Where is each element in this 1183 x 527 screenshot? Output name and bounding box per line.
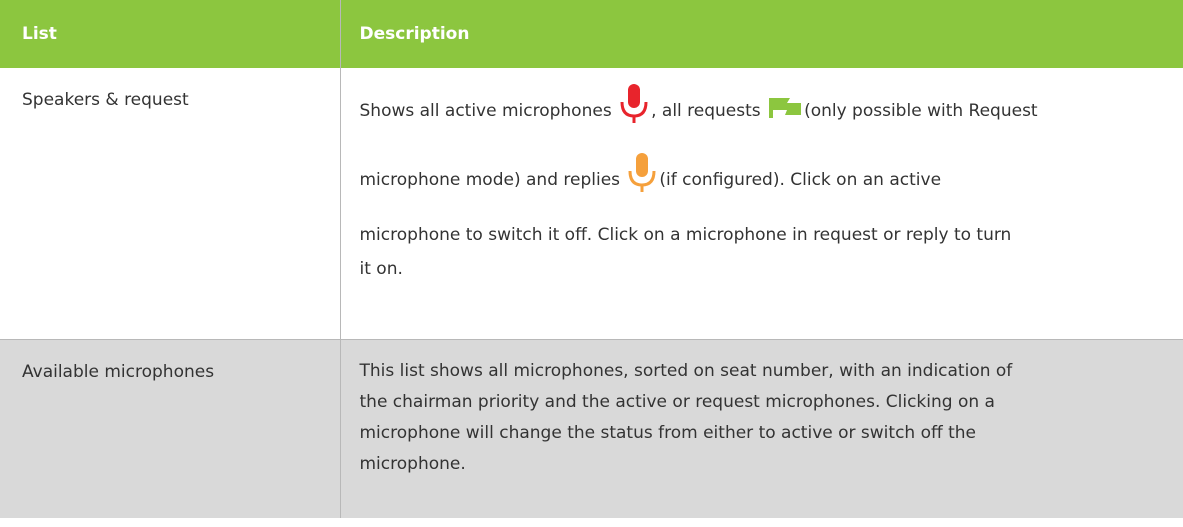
description-text: , all requests — [651, 101, 767, 121]
description-line: microphone mode) and replies (if configu… — [360, 150, 1183, 196]
description-text: microphone mode) and replies — [359, 170, 626, 190]
list-cell-speakers-request: Speakers & request — [0, 68, 341, 340]
header-list: List — [0, 0, 341, 68]
list-cell-available-microphones: Available microphones — [0, 339, 341, 518]
description-line: the chairman priority and the active or … — [359, 392, 995, 412]
description-line: it on. — [359, 259, 403, 279]
red-microphone-icon — [619, 83, 649, 143]
description-line: Shows all active microphones , all reque… — [360, 81, 1183, 127]
description-line: microphone will change the status from e… — [359, 423, 977, 443]
table-row: Speakers & request Shows all active micr… — [0, 68, 1183, 340]
table-row: Available microphones This list shows al… — [0, 339, 1183, 518]
description-table: List Description Speakers & request Show… — [0, 0, 1183, 518]
description-line: microphone to switch it off. Click on a … — [359, 225, 1012, 245]
table-header-row: List Description — [0, 0, 1183, 68]
description-cell: This list shows all microphones, sorted … — [340, 339, 1183, 518]
description-text: (only possible with Request — [804, 101, 1038, 121]
orange-microphone-icon — [627, 152, 657, 212]
description-line: microphone. — [359, 454, 466, 474]
description-text: (if configured). Click on an active — [659, 170, 942, 190]
description-line: This list shows all microphones, sorted … — [359, 361, 1013, 381]
header-description: Description — [340, 0, 1183, 68]
description-cell: Shows all active microphones , all reque… — [340, 68, 1183, 340]
description-text: Shows all active microphones — [359, 101, 618, 121]
green-flag-icon — [768, 90, 802, 136]
